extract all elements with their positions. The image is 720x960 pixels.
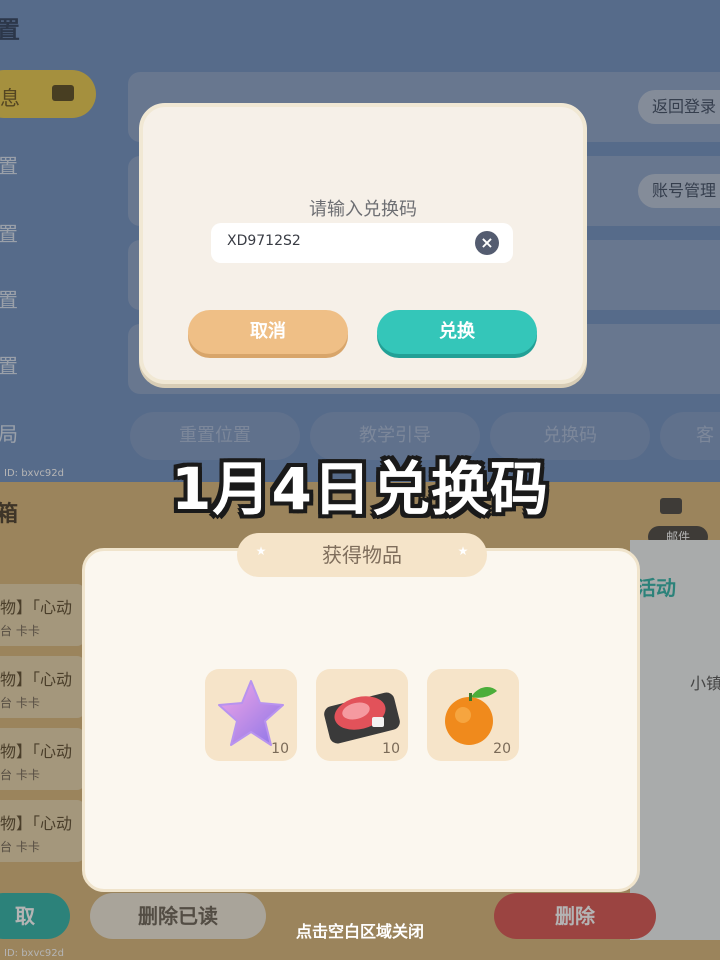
reward-item[interactable]: 10 (316, 669, 408, 761)
clear-icon[interactable]: × (475, 231, 499, 255)
reward-panel-title: 获得物品 (322, 543, 402, 567)
headline-text: 1月4日兑换码 (171, 455, 549, 523)
tap-to-close-hint: 点击空白区域关闭 (295, 922, 424, 941)
reward-item[interactable]: 20 (427, 669, 519, 761)
redeem-code-value: XD9712S2 (227, 233, 301, 249)
reward-panel: ★ 获得物品 ★ 10 10 20 (82, 533, 640, 892)
star-icon: ★ (457, 544, 469, 558)
reward-panel-header: ★ 获得物品 ★ (237, 533, 487, 577)
dialog-title: 请输入兑换码 (309, 199, 417, 220)
redeem-button[interactable]: 兑换 (377, 310, 537, 354)
redeem-code-input[interactable]: XD9712S2 × (211, 223, 513, 263)
reward-item[interactable]: 10 (205, 669, 297, 761)
item-count: 20 (493, 741, 511, 757)
redeem-code-dialog: 请输入兑换码 XD9712S2 × 取消 兑换 (139, 103, 587, 384)
item-count: 10 (382, 741, 400, 757)
item-count: 10 (271, 741, 289, 757)
cancel-button[interactable]: 取消 (188, 310, 348, 354)
star-icon: ★ (255, 544, 267, 558)
